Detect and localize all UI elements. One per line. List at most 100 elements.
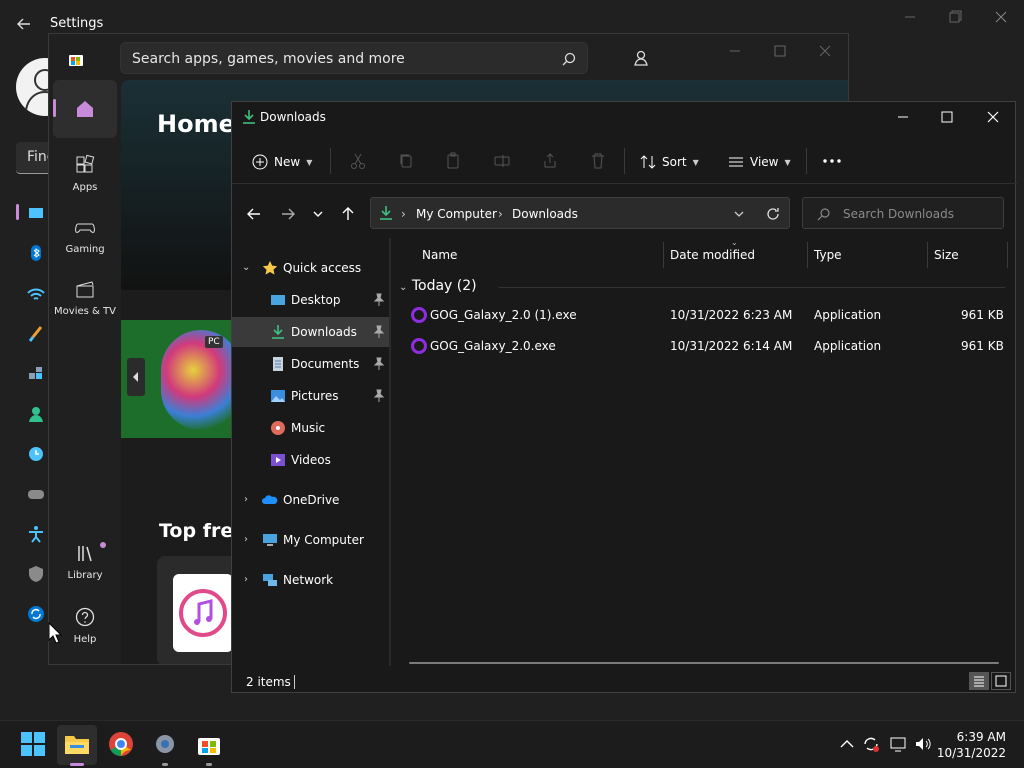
accounts-icon[interactable] [26,404,46,424]
rename-icon[interactable] [494,152,510,170]
cut-icon[interactable] [350,152,366,170]
back-arrow-icon[interactable] [244,204,264,224]
paste-icon[interactable] [445,152,461,170]
view-button[interactable]: View ▼ [728,150,791,174]
tree-item-quick-access[interactable]: ⌄ Quick access [232,253,389,283]
group-header-today[interactable]: ⌄ Today (2) [399,278,477,294]
column-header-date[interactable]: Date modified [670,248,755,262]
chevron-right-icon[interactable]: › [244,534,248,545]
breadcrumb-my-computer[interactable]: My Computer [416,207,497,221]
windows-update-icon[interactable] [26,604,46,624]
personalization-brush-icon[interactable] [26,324,46,344]
store-nav-help[interactable]: Help [53,596,117,654]
store-nav-movies[interactable]: Movies & TV [53,268,117,326]
taskbar-clock[interactable]: 6:39 AM 10/31/2022 [937,729,1006,761]
explorer-title: Downloads [260,110,326,124]
column-separator[interactable] [807,242,808,268]
new-plus-icon [252,154,268,170]
accessibility-icon[interactable] [26,524,46,544]
address-bar[interactable]: › My Computer › Downloads [370,197,790,229]
store-nav-home[interactable] [53,80,117,138]
itunes-logo-icon [173,574,233,652]
explorer-minimize-icon[interactable] [892,108,914,126]
explorer-search-input[interactable]: Search Downloads [802,197,1004,229]
clock-date: 10/31/2022 [936,746,1006,760]
up-arrow-icon[interactable] [338,204,358,224]
tree-item-music[interactable]: Music [232,413,389,443]
search-icon[interactable] [561,51,577,67]
horizontal-scrollbar[interactable] [409,662,999,664]
explorer-close-icon[interactable] [982,108,1004,126]
column-separator[interactable] [663,242,664,268]
column-separator[interactable] [927,242,928,268]
gog-galaxy-icon [411,338,427,354]
column-header-type[interactable]: Type [814,248,842,262]
details-view-button[interactable] [969,672,989,690]
copy-icon[interactable] [398,152,414,170]
breadcrumb-downloads[interactable]: Downloads [512,207,578,221]
chevron-right-icon[interactable]: › [244,574,248,585]
file-type: Application [814,339,882,353]
tree-item-documents[interactable]: Documents [232,349,389,379]
tree-item-pictures[interactable]: Pictures [232,381,389,411]
share-icon[interactable] [542,152,558,170]
back-arrow-icon[interactable] [14,14,34,34]
file-explorer-taskbar-button[interactable] [57,725,97,765]
delete-icon[interactable] [590,152,606,170]
chevron-right-icon[interactable]: › [244,494,248,505]
address-history-chevron-icon[interactable] [733,208,745,220]
store-search-input[interactable]: Search apps, games, movies and more [120,42,588,74]
pin-icon [373,357,385,370]
apps-icon[interactable] [26,364,46,384]
chrome-icon[interactable] [108,731,134,757]
column-header-size[interactable]: Size [934,248,959,262]
settings-close-icon[interactable] [991,8,1011,26]
tree-item-videos[interactable]: Videos [232,445,389,475]
file-row[interactable]: GOG_Galaxy_2.0.exe 10/31/2022 6:14 AM Ap… [391,331,1011,361]
bluetooth-icon[interactable] [26,243,46,263]
tree-item-downloads[interactable]: Downloads [232,317,389,347]
store-icon[interactable] [196,731,222,757]
banner-previous-button[interactable] [127,358,145,396]
new-button[interactable]: New ▼ [252,150,312,174]
network-monitor-icon[interactable] [890,735,908,753]
tree-item-desktop[interactable]: Desktop [232,285,389,315]
sort-button[interactable]: Sort ▼ [640,150,699,174]
settings-minimize-icon[interactable] [900,8,920,26]
sync-update-icon[interactable] [862,735,880,753]
tree-item-network[interactable]: › Network [232,565,389,595]
settings-gear-icon[interactable] [152,731,178,757]
recent-locations-chevron-icon[interactable] [308,204,328,224]
show-hidden-icons-chevron-up-icon[interactable] [838,735,856,753]
file-row[interactable]: GOG_Galaxy_2.0 (1).exe 10/31/2022 6:23 A… [391,300,1011,330]
volume-icon[interactable] [914,735,932,753]
gaming-controller-icon[interactable] [26,484,46,504]
tree-item-onedrive[interactable]: › OneDrive [232,485,389,515]
time-language-icon[interactable] [26,444,46,464]
column-header-name[interactable]: Name [422,248,457,262]
forward-arrow-icon[interactable] [278,204,298,224]
store-minimize-icon[interactable] [725,42,745,60]
refresh-icon[interactable] [765,206,781,222]
chevron-down-icon: ▼ [306,157,313,167]
explorer-maximize-icon[interactable] [936,108,958,126]
store-nav-apps[interactable]: Apps [53,144,117,202]
large-icons-view-button[interactable] [991,672,1011,690]
store-nav-library[interactable]: Library [53,532,117,590]
settings-restore-icon[interactable] [945,8,965,26]
start-windows-icon[interactable] [20,731,46,757]
chevron-down-icon[interactable]: ⌄ [242,262,250,273]
movies-clapper-icon [76,281,94,298]
downloads-icon [272,325,284,339]
tree-item-my-computer[interactable]: › My Computer [232,525,389,555]
system-icon[interactable] [26,204,46,224]
account-icon[interactable] [631,48,651,68]
privacy-security-shield-icon[interactable] [26,564,46,584]
store-close-icon[interactable] [815,42,835,60]
tree-item-label: Pictures [291,389,339,403]
more-options-icon[interactable] [822,158,842,164]
store-maximize-icon[interactable] [770,42,790,60]
network-wifi-icon[interactable] [26,284,46,304]
store-nav-gaming[interactable]: Gaming [53,206,117,264]
column-separator[interactable] [1007,242,1008,268]
